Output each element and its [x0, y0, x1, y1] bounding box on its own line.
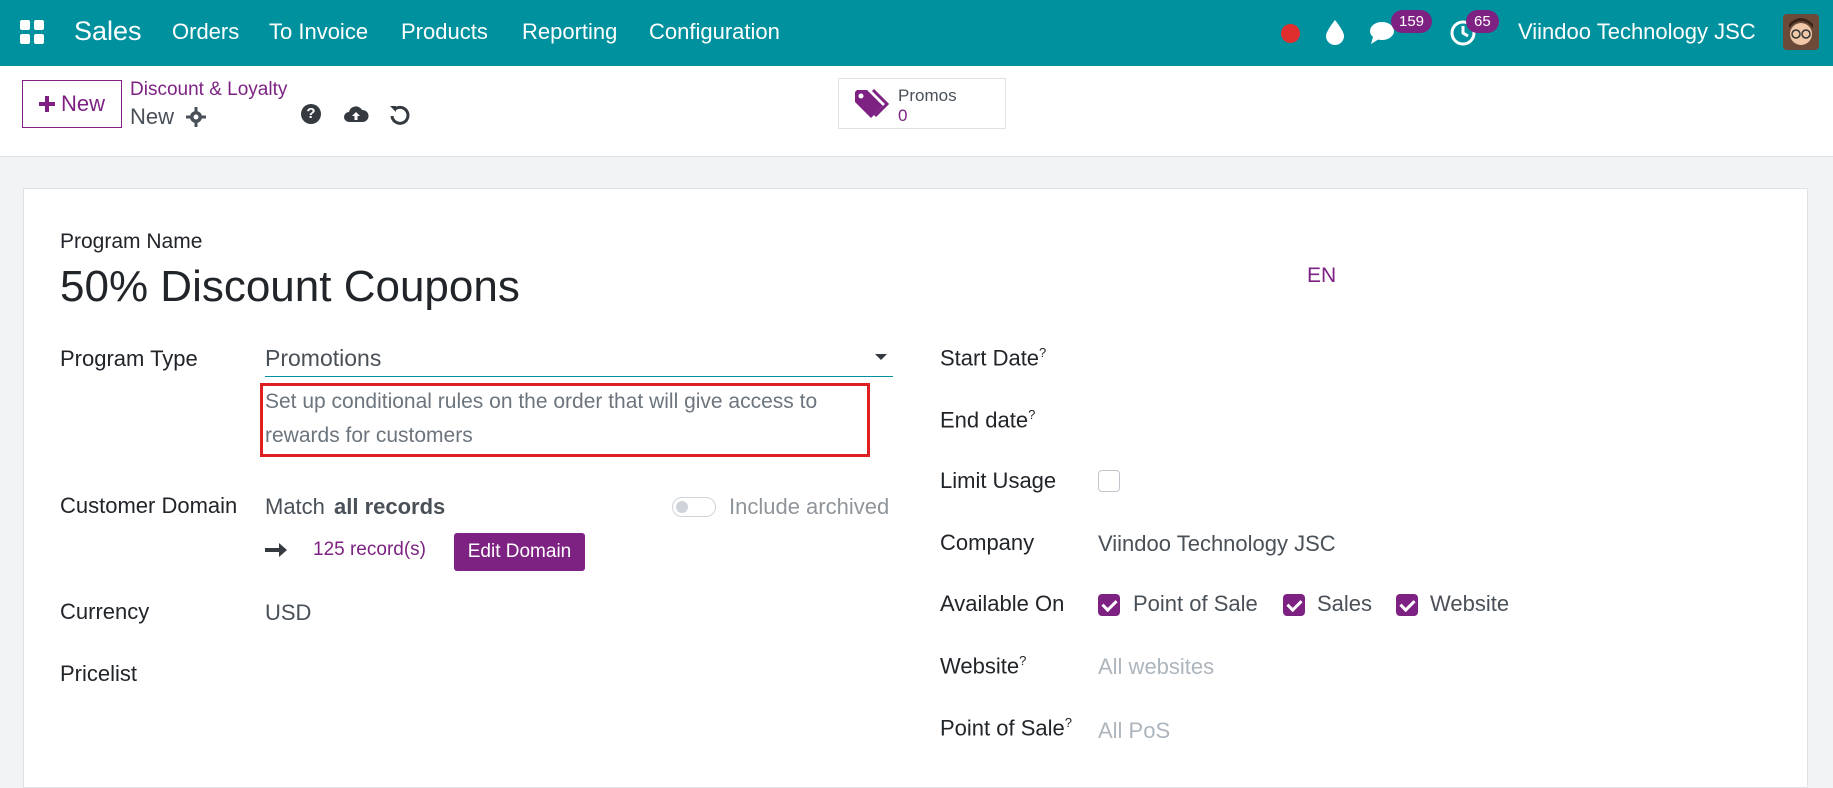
top-navbar: Sales Orders To Invoice Products Reporti… [0, 0, 1833, 66]
include-archived-toggle[interactable] [672, 497, 716, 517]
edit-domain-button[interactable]: Edit Domain [454, 533, 585, 571]
menu-products[interactable]: Products [401, 19, 488, 45]
discard-icon[interactable] [389, 104, 411, 131]
drop-icon[interactable] [1325, 19, 1345, 50]
limit-usage-label: Limit Usage [940, 468, 1057, 493]
end-date-label: End date? [940, 407, 1036, 433]
program-name-input[interactable]: 50% Discount Coupons [60, 262, 520, 312]
form-sheet: Program Name 50% Discount Coupons EN Pro… [23, 188, 1808, 788]
point-of-sale-label: Point of Sale? [940, 715, 1072, 741]
available-on-sales-checkbox[interactable] [1283, 594, 1305, 616]
caret-down-icon [875, 354, 887, 360]
company-label: Company [940, 530, 1035, 555]
breadcrumb-current: New [130, 104, 175, 129]
help-icon[interactable]: ? [301, 104, 321, 124]
available-on-website-checkbox[interactable] [1396, 594, 1418, 616]
plus-icon [38, 96, 55, 112]
promos-stat-button[interactable]: Promos 0 [838, 78, 1006, 129]
start-date-label: Start Date? [940, 345, 1047, 371]
program-type-label: Program Type [60, 346, 198, 371]
program-name-label: Program Name [60, 230, 203, 253]
menu-to-invoice[interactable]: To Invoice [269, 19, 368, 45]
match-value: all records [334, 494, 446, 519]
company-switcher[interactable]: Viindoo Technology JSC [1518, 19, 1756, 45]
menu-reporting[interactable]: Reporting [522, 19, 617, 45]
currency-label: Currency [60, 599, 150, 624]
program-type-help-text: Set up conditional rules on the order th… [265, 390, 818, 447]
new-button[interactable]: New [22, 80, 122, 128]
new-button-label: New [60, 91, 105, 116]
promos-stat-label: Promos [898, 86, 957, 105]
gear-icon[interactable] [186, 107, 206, 132]
apps-menu-icon[interactable] [20, 20, 45, 50]
user-avatar[interactable] [1783, 14, 1819, 50]
save-cloud-icon[interactable] [343, 104, 369, 129]
company-value[interactable]: Viindoo Technology JSC [1098, 531, 1336, 557]
tags-icon [853, 88, 891, 125]
customer-domain-label: Customer Domain [60, 493, 238, 518]
record-icon[interactable] [1281, 24, 1300, 43]
messages-count-badge: 159 [1391, 10, 1433, 33]
control-panel: New Discount & Loyalty New ? Promos 0 [0, 66, 1833, 157]
point-of-sale-input[interactable]: All PoS [1098, 718, 1170, 744]
promos-stat-value: 0 [898, 106, 908, 125]
available-on-sales-label: Sales [1317, 591, 1373, 616]
app-name[interactable]: Sales [74, 16, 142, 47]
website-label: Website? [940, 653, 1027, 679]
available-on-pos-checkbox[interactable] [1098, 594, 1120, 616]
pricelist-label: Pricelist [60, 661, 138, 686]
arrow-right-icon [265, 541, 287, 564]
match-prefix: Match [265, 494, 325, 519]
activities-count-badge: 65 [1466, 10, 1499, 33]
website-input[interactable]: All websites [1098, 654, 1214, 680]
available-on-pos-label: Point of Sale [1133, 591, 1258, 616]
menu-orders[interactable]: Orders [172, 19, 239, 45]
language-button[interactable]: EN [1307, 264, 1336, 288]
menu-configuration[interactable]: Configuration [649, 19, 780, 45]
program-type-select[interactable]: Promotions [265, 339, 893, 377]
program-type-value: Promotions [265, 345, 382, 371]
available-on-website-label: Website [1430, 591, 1510, 616]
breadcrumb-parent[interactable]: Discount & Loyalty [130, 79, 287, 101]
available-on-label: Available On [940, 591, 1065, 616]
record-count-link[interactable]: 125 record(s) [313, 539, 426, 561]
include-archived-label: Include archived [729, 494, 890, 519]
limit-usage-checkbox[interactable] [1098, 470, 1120, 492]
currency-value[interactable]: USD [265, 600, 311, 626]
